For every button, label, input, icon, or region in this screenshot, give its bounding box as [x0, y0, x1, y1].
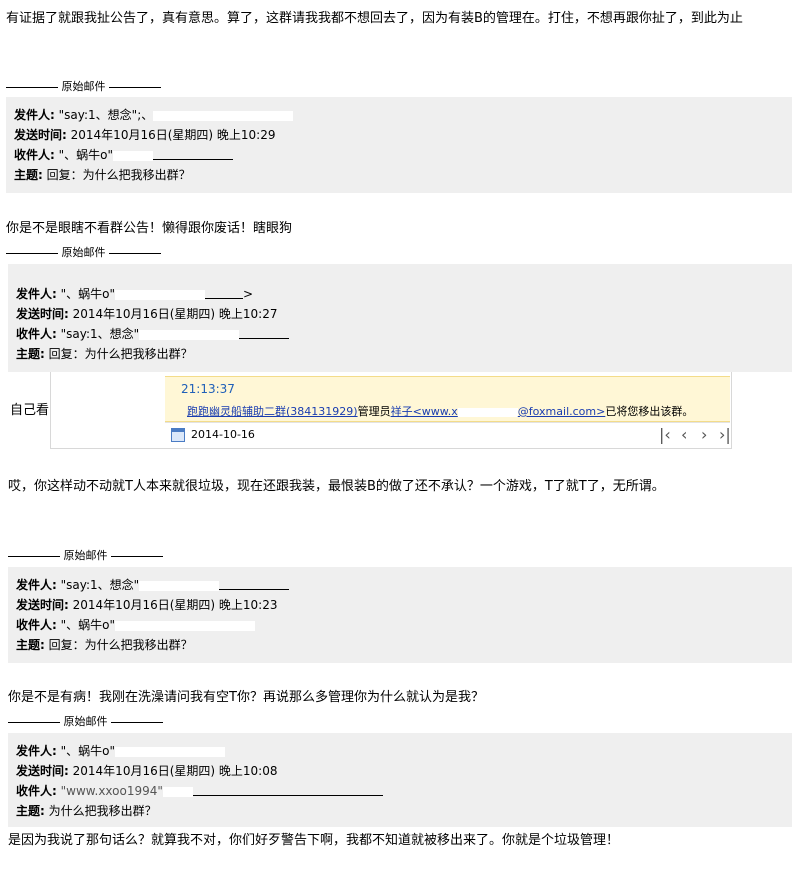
- mail-header-box-3: 发件人: "say:1、想念" 发送时间: 2014年10月16日(星期四) 晚…: [8, 567, 792, 663]
- subject-value: 回复：为什么把我移出群？: [48, 347, 193, 361]
- first-page-icon[interactable]: |‹: [659, 425, 671, 444]
- from-value[interactable]: "say:1、想念": [61, 578, 140, 592]
- subject-value: 回复：为什么把我移出群？: [46, 168, 191, 182]
- from-row: 发件人: "say:1、想念": [16, 575, 290, 595]
- message-text-angry: 哎，你这样动不动就T人本来就很垃圾，现在还跟我装，最恨装B的做了还不承认？一个游…: [8, 479, 665, 494]
- divider-label: 原始邮件: [61, 246, 106, 259]
- sent-label: 发送时间:: [14, 128, 67, 142]
- calendar-icon[interactable]: [171, 428, 185, 442]
- mail-header-box-2: 发件人: "、蜗牛o" > 发送时间: 2014年10月16日(星期四) 晚上10…: [8, 264, 792, 372]
- message-text-sick: 你是不是有病！我刚在洗澡请问我有空T你？再说那么多管理你为什么就认为是我？: [8, 690, 484, 705]
- sent-label: 发送时间:: [16, 307, 69, 321]
- message-text-last: 是因为我说了那句话么？就算我不对，你们好歹警告下啊，我都不知道就被移出来了。你就…: [8, 833, 620, 848]
- subject-value: 回复：为什么把我移出群？: [48, 638, 193, 652]
- to-value[interactable]: "、蜗牛o": [61, 618, 115, 632]
- subject-row: 主题: 回复：为什么把我移出群？: [14, 165, 191, 185]
- from-label: 发件人:: [16, 744, 57, 758]
- message-body: 跑跑幽灵船辅助二群(384131929)管理员祥子<www.x @foxmail.…: [187, 403, 693, 419]
- subject-label: 主题:: [16, 638, 45, 652]
- sent-row: 发送时间: 2014年10月16日(星期四) 晚上10:29: [14, 125, 275, 145]
- subject-label: 主题:: [16, 804, 45, 818]
- to-value[interactable]: "www.xxoo1994": [61, 784, 163, 798]
- sent-label: 发送时间:: [16, 764, 69, 778]
- message-text-blind: 你是不是眼瞎不看群公告！懒得跟你废话！瞎眼狗: [6, 221, 293, 236]
- from-label: 发件人:: [14, 108, 55, 122]
- mail-header-box-4: 发件人: "、蜗牛o" 发送时间: 2014年10月16日(星期四) 晚上10:…: [8, 733, 792, 827]
- admin-link-tail: @foxmail.com>: [517, 405, 606, 418]
- mail-header-box-1: 发件人: "say:1、想念";、 发送时间: 2014年10月16日(星期四)…: [6, 97, 792, 193]
- admin-link-text: 祥子<www.x: [390, 405, 458, 418]
- admin-word: 管理员: [357, 405, 391, 418]
- subject-row: 主题: 回复：为什么把我移出群？: [16, 344, 193, 364]
- original-mail-divider: 原始邮件: [8, 715, 163, 729]
- original-mail-divider: 原始邮件: [8, 549, 163, 563]
- subject-label: 主题:: [16, 347, 45, 361]
- sent-value: 2014年10月16日(星期四) 晚上10:27: [72, 307, 278, 321]
- original-mail-divider: 原始邮件: [6, 246, 161, 260]
- original-mail-divider: 原始邮件: [6, 80, 161, 94]
- to-label: 收件人:: [16, 784, 57, 798]
- sent-row: 发送时间: 2014年10月16日(星期四) 晚上10:23: [16, 595, 277, 615]
- subject-row: 主题: 回复：为什么把我移出群？: [16, 635, 193, 655]
- from-value[interactable]: "、蜗牛o": [61, 287, 115, 301]
- prev-page-icon[interactable]: ‹: [681, 425, 687, 444]
- system-message: 21:13:37 跑跑幽灵船辅助二群(384131929)管理员祥子<www.x…: [165, 376, 730, 422]
- from-value-tail: >: [243, 287, 254, 301]
- from-label: 发件人:: [16, 287, 57, 301]
- to-label: 收件人:: [14, 148, 55, 162]
- from-value[interactable]: "、蜗牛o": [61, 744, 115, 758]
- to-row: 收件人: "say:1、想念": [16, 324, 290, 344]
- divider-label: 原始邮件: [63, 549, 108, 562]
- divider-label: 原始邮件: [61, 80, 106, 93]
- message-text-top: 有证据了就跟我扯公告了，真有意思。算了，这群请我我都不想回去了，因为有装B的管理…: [6, 11, 743, 26]
- admin-link[interactable]: 祥子<www.x @foxmail.com>: [391, 405, 606, 418]
- sent-value: 2014年10月16日(星期四) 晚上10:29: [70, 128, 276, 142]
- from-row: 发件人: "say:1、想念";、: [14, 105, 294, 125]
- to-value[interactable]: "、蜗牛o": [59, 148, 113, 162]
- last-page-icon[interactable]: ›|: [719, 425, 731, 444]
- from-value[interactable]: "say:1、想念";、: [59, 108, 154, 122]
- from-row: 发件人: "、蜗牛o" >: [16, 284, 253, 304]
- divider-label: 原始邮件: [63, 715, 108, 728]
- next-page-icon[interactable]: ›: [701, 425, 707, 444]
- message-footer: 2014-10-16 |‹ ‹ › ›|: [165, 422, 731, 449]
- sent-row: 发送时间: 2014年10月16日(星期四) 晚上10:27: [16, 304, 277, 324]
- message-time: 21:13:37: [181, 382, 235, 396]
- sent-value: 2014年10月16日(星期四) 晚上10:08: [72, 764, 278, 778]
- sent-value: 2014年10月16日(星期四) 晚上10:23: [72, 598, 278, 612]
- subject-value: 为什么把我移出群？: [48, 804, 157, 818]
- to-row: 收件人: "、蜗牛o": [16, 615, 256, 635]
- sent-label: 发送时间:: [16, 598, 69, 612]
- to-value[interactable]: "say:1、想念": [61, 327, 140, 341]
- from-label: 发件人:: [16, 578, 57, 592]
- subject-label: 主题:: [14, 168, 43, 182]
- to-row: 收件人: "、蜗牛o": [14, 145, 234, 165]
- subject-row: 主题: 为什么把我移出群？: [16, 801, 157, 821]
- embedded-qq-screenshot: 21:13:37 跑跑幽灵船辅助二群(384131929)管理员祥子<www.x…: [50, 372, 732, 449]
- message-text-self-look: 自己看: [10, 403, 50, 418]
- sent-row: 发送时间: 2014年10月16日(星期四) 晚上10:08: [16, 761, 277, 781]
- message-tail: 已将您移出该群。: [605, 405, 694, 418]
- email-thread-page: { "line_top": "有证据了就跟我扯公告了，真有意思。算了，这群请我我…: [0, 0, 792, 889]
- to-label: 收件人:: [16, 618, 57, 632]
- to-row: 收件人: "www.xxoo1994": [16, 781, 383, 801]
- message-date: 2014-10-16: [191, 428, 255, 441]
- group-link[interactable]: 跑跑幽灵船辅助二群(384131929): [187, 405, 358, 418]
- to-label: 收件人:: [16, 327, 57, 341]
- from-row: 发件人: "、蜗牛o": [16, 741, 226, 761]
